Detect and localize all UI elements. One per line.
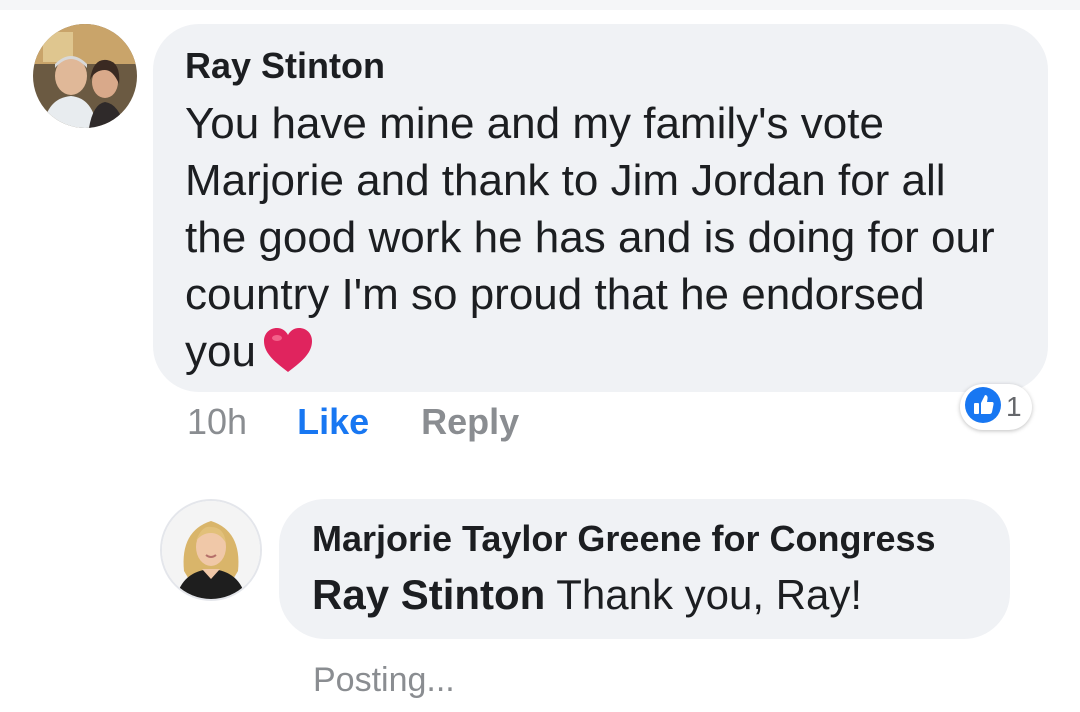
like-button[interactable]: Like xyxy=(297,400,369,444)
comment-actions: 10h Like Reply xyxy=(187,400,519,444)
comment-text-block: You have mine and my family's vote Marjo… xyxy=(185,95,1005,388)
reply-bubble: Marjorie Taylor Greene for Congress Ray … xyxy=(279,499,1010,639)
avatar-ray-stinton[interactable] xyxy=(33,24,137,128)
reply-button[interactable]: Reply xyxy=(421,400,519,444)
red-heart-icon xyxy=(262,326,314,388)
reply-author[interactable]: Marjorie Taylor Greene for Congress xyxy=(312,519,1010,559)
reaction-count: 1 xyxy=(1006,391,1022,422)
avatar-marjorie-taylor-greene[interactable] xyxy=(160,499,262,601)
posting-status: Posting... xyxy=(313,661,455,699)
comment-timestamp[interactable]: 10h xyxy=(187,400,247,444)
reaction-summary[interactable]: 1 xyxy=(960,384,1032,430)
reply-text-line: Ray Stinton Thank you, Ray! xyxy=(312,569,1010,621)
comment-author[interactable]: Ray Stinton xyxy=(185,46,1048,86)
comment-bubble: Ray Stinton You have mine and my family'… xyxy=(153,24,1048,392)
reply-text: Thank you, Ray! xyxy=(545,571,863,618)
top-strip xyxy=(0,0,1080,10)
thumbs-up-icon xyxy=(964,386,1002,429)
reply-tag[interactable]: Ray Stinton xyxy=(312,571,545,618)
